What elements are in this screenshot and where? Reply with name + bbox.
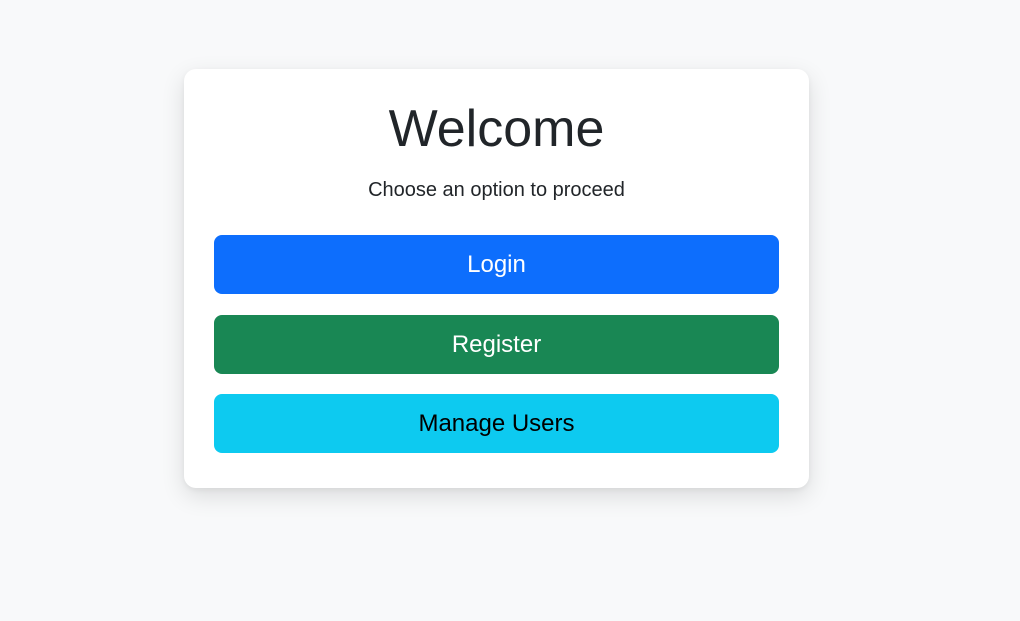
register-button[interactable]: Register bbox=[214, 315, 779, 374]
manage-users-button[interactable]: Manage Users bbox=[214, 394, 779, 453]
login-button[interactable]: Login bbox=[214, 235, 779, 294]
welcome-card: Welcome Choose an option to proceed Logi… bbox=[184, 69, 809, 488]
page-title: Welcome bbox=[388, 100, 605, 158]
page-subtitle: Choose an option to proceed bbox=[368, 179, 625, 201]
